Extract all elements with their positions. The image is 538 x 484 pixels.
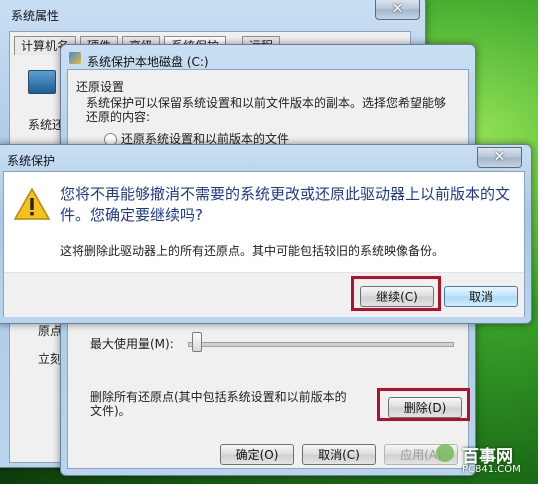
usage-slider-track[interactable] <box>188 342 454 347</box>
continue-highlight-box <box>351 276 441 311</box>
side-label: 原点 <box>38 324 63 338</box>
max-usage-label: 最大使用量(M): <box>90 337 174 351</box>
confirm-footer: 继续(C) 取消 <box>4 272 524 317</box>
delete-highlight-box <box>377 388 470 421</box>
restore-description: 系统保护可以保留系统设置和以前文件版本的副本。选择您希望能够还原的内容: <box>86 96 447 124</box>
dialog-title: 系统保护 <box>7 154 56 168</box>
restore-heading: 还原设置 <box>76 80 125 94</box>
confirm-dialog: 系统保护 ✕ 您将不再能够撤消不需要的系统更改或还原此驱动器上以前版本的文件。您… <box>0 144 532 324</box>
close-button[interactable]: ✕ <box>477 147 522 168</box>
side-label: 立刻 <box>38 352 63 366</box>
window-title: 系统属性 <box>11 9 60 23</box>
computer-icon <box>28 70 56 94</box>
confirm-sub-text: 这将删除此驱动器上的所有还原点。其中可能包括较旧的系统映像备份。 <box>60 244 445 258</box>
confirm-client: 您将不再能够撤消不需要的系统更改或还原此驱动器上以前版本的文件。您确定要继续吗?… <box>3 171 525 317</box>
close-button[interactable]: ✕ <box>375 0 420 20</box>
side-label: 系统还 <box>28 118 65 132</box>
watermark-logo <box>436 444 454 462</box>
warning-icon <box>13 187 51 220</box>
cancel-button[interactable]: 取消 <box>444 286 518 307</box>
delete-description: 删除所有还原点(其中包括系统设置和以前版本的文件)。 <box>90 390 347 418</box>
usage-slider-thumb[interactable] <box>192 332 202 352</box>
confirm-main-text: 您将不再能够撤消不需要的系统更改或还原此驱动器上以前版本的文件。您确定要继续吗? <box>60 185 511 224</box>
ok-button[interactable]: 确定(O) <box>220 444 294 465</box>
watermark-url: PC841.COM <box>462 464 521 475</box>
window-title: 系统保护本地磁盘 (C:) <box>87 55 209 69</box>
watermark: 百事网 PC841.COM <box>436 442 536 482</box>
cancel-button[interactable]: 取消(C) <box>302 444 376 465</box>
shield-icon <box>69 52 81 64</box>
